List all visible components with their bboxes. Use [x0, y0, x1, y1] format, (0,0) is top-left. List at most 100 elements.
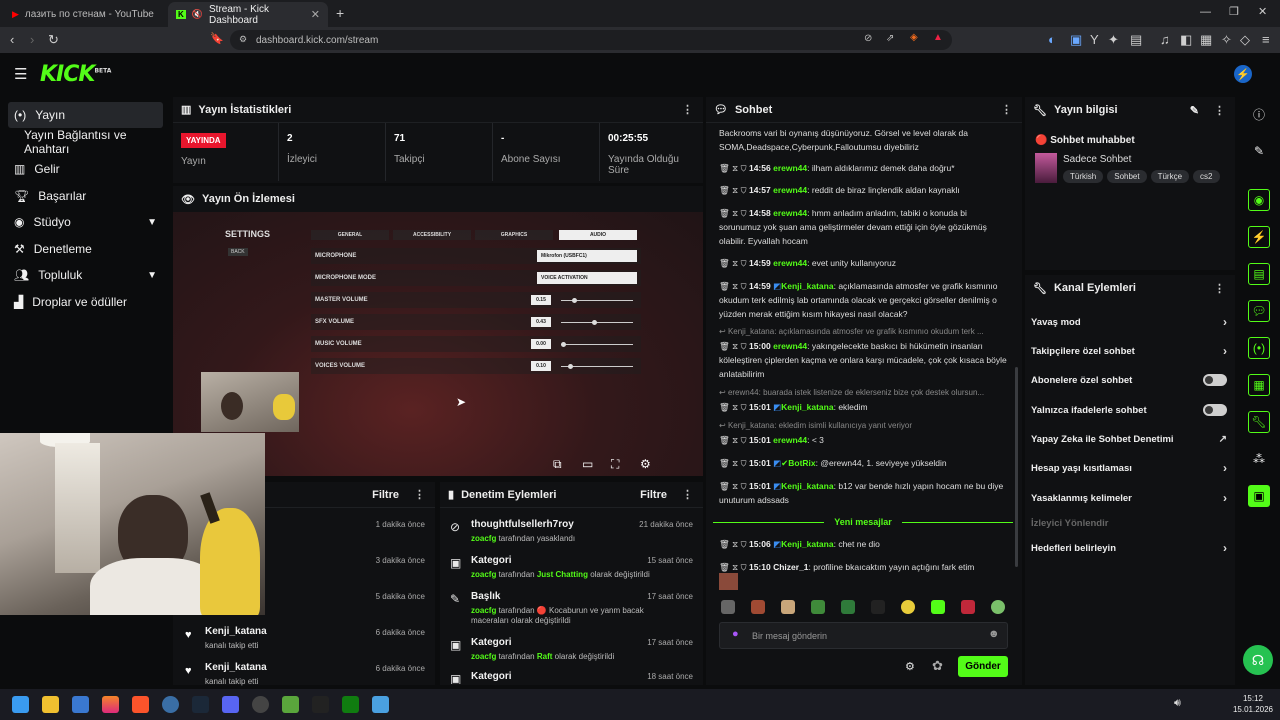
minimize-icon[interactable]: —: [1200, 6, 1211, 18]
puzzle-icon[interactable]: ✦: [1108, 32, 1119, 48]
fullscreen-icon[interactable]: ⛶: [611, 457, 619, 472]
theater-mode-icon[interactable]: ▭: [582, 457, 593, 471]
chat-settings-icon[interactable]: ⚙: [905, 660, 915, 673]
kick-logo[interactable]: KICKBETA: [40, 62, 111, 87]
tab-youtube[interactable]: ▶ лазить по стенам - YouTube: [4, 2, 164, 27]
app-icon[interactable]: [162, 696, 179, 713]
microphone-icon[interactable]: ●: [732, 628, 739, 640]
menu-icon[interactable]: ≡: [1262, 32, 1270, 47]
hamburger-menu-icon[interactable]: ☰: [14, 65, 27, 83]
vpn-icon[interactable]: ◇: [1240, 32, 1250, 48]
support-headset-icon[interactable]: ☊: [1243, 645, 1273, 675]
layout-icon[interactable]: ▦: [1248, 374, 1270, 396]
windows-start-icon[interactable]: [12, 696, 29, 713]
emote-icon[interactable]: [781, 600, 795, 614]
emote-icon[interactable]: [751, 600, 765, 614]
tab-kick-dashboard[interactable]: K 🔇 Stream - Kick Dashboard ✕: [168, 2, 328, 27]
emote-icon[interactable]: [931, 600, 945, 614]
send-button[interactable]: Gönder: [958, 656, 1008, 677]
emote-icon[interactable]: [991, 600, 1005, 614]
nodes-icon[interactable]: ⁂: [1248, 448, 1270, 470]
chat-scrollbar[interactable]: [1015, 367, 1018, 567]
emote-icon[interactable]: [811, 600, 825, 614]
action-ai-moderation[interactable]: Yapay Zeka ile Sohbet Denetimi ↗: [1031, 425, 1227, 453]
emote-icon[interactable]: [721, 600, 735, 614]
brave-shield-icon[interactable]: ◈: [910, 32, 918, 43]
more-options-icon[interactable]: ⋮: [682, 488, 693, 501]
discord-icon[interactable]: [222, 696, 239, 713]
forward-icon[interactable]: ›: [30, 32, 34, 47]
app-icon[interactable]: [372, 696, 389, 713]
emote-icon[interactable]: [871, 600, 885, 614]
action-set-goals[interactable]: Hedefleri belirleyin ›: [1031, 534, 1227, 562]
settings-gear-icon[interactable]: ⚙: [640, 457, 651, 471]
sidebar-item-gelir[interactable]: ▥ Gelir: [8, 156, 163, 182]
filter-button[interactable]: Filtre: [372, 489, 399, 501]
close-window-icon[interactable]: ✕: [1258, 5, 1267, 18]
info-icon[interactable]: ⓘ: [1248, 103, 1270, 125]
restore-icon[interactable]: ❐: [1229, 5, 1239, 18]
xbox-icon[interactable]: [342, 696, 359, 713]
sidebar-item-yayin[interactable]: (•) Yayın: [8, 102, 163, 128]
brave-icon[interactable]: [132, 696, 149, 713]
music-icon[interactable]: ♫: [1160, 32, 1170, 47]
site-info-icon[interactable]: ⚙: [239, 34, 247, 45]
extension-icon[interactable]: ▣: [1070, 32, 1082, 48]
url-field[interactable]: ⚙ dashboard.kick.com/stream ⊘ ⇗ ◈ ▲: [230, 30, 952, 50]
obs-icon[interactable]: [252, 696, 269, 713]
subscribers-only-toggle[interactable]: [1203, 374, 1227, 386]
instagram-icon[interactable]: [102, 696, 119, 713]
speaker-icon[interactable]: 🔊︎: [1174, 697, 1181, 710]
sidebar-item-denetleme[interactable]: ⚒ Denetleme: [8, 236, 163, 262]
picture-in-picture-icon[interactable]: ⧉: [553, 457, 562, 472]
filter-button[interactable]: Filtre: [640, 489, 667, 501]
emotes-only-toggle[interactable]: [1203, 404, 1227, 416]
bookmark-icon[interactable]: 🔖: [210, 32, 224, 45]
sidebar-item-topluluk[interactable]: 👥︎ Topluluk ▼: [8, 262, 163, 288]
action-emotes-only[interactable]: Yalnızca ifadelerle sohbet: [1031, 396, 1227, 424]
broadcast-icon[interactable]: (•): [1248, 337, 1270, 359]
epic-games-icon[interactable]: [312, 696, 329, 713]
camera-blocked-icon[interactable]: ⊘: [864, 33, 872, 44]
chat-message-input[interactable]: ● Bir mesaj gönderin ☻: [719, 622, 1008, 649]
emote-icon[interactable]: [901, 600, 915, 614]
sidebar-toggle-icon[interactable]: ◧: [1180, 32, 1192, 48]
more-options-icon[interactable]: ⋮: [1214, 282, 1225, 295]
more-options-icon[interactable]: ⋮: [1214, 104, 1225, 117]
edit-icon[interactable]: ✎: [1190, 104, 1199, 117]
more-options-icon[interactable]: ⋮: [1001, 103, 1012, 116]
sidebar-item-studyo[interactable]: ◉ Stüdyo ▼: [8, 209, 163, 235]
action-subscribers-only[interactable]: Abonelere özel sohbet: [1031, 366, 1227, 394]
sidebar-item-droplar[interactable]: ▟ Droplar ve ödüller: [8, 289, 163, 315]
minecraft-icon[interactable]: [282, 696, 299, 713]
avatar[interactable]: ⚡: [1234, 65, 1252, 83]
store-icon[interactable]: [72, 696, 89, 713]
pen-icon[interactable]: ✎: [1248, 140, 1270, 162]
more-options-icon[interactable]: ⋮: [414, 488, 425, 501]
brave-rewards-icon[interactable]: ▲: [933, 32, 943, 43]
share-icon[interactable]: ⇗: [886, 33, 894, 44]
emoji-icon[interactable]: ☻: [988, 628, 1000, 640]
ai-icon[interactable]: ✧: [1221, 32, 1232, 48]
chat-tools-icon[interactable]: ✿: [932, 658, 943, 674]
reload-icon[interactable]: ↻: [48, 32, 59, 48]
emote-icon[interactable]: [961, 600, 975, 614]
plugin-icon[interactable]: ▣: [1248, 485, 1270, 507]
new-tab-button[interactable]: +: [336, 5, 344, 21]
wallet-icon[interactable]: ▦: [1200, 32, 1212, 48]
steam-icon[interactable]: [192, 696, 209, 713]
back-icon[interactable]: ‹: [10, 32, 14, 47]
camera-icon[interactable]: ◉: [1248, 189, 1270, 211]
wrench-icon[interactable]: 🔧︎: [1248, 411, 1270, 433]
action-followers-only[interactable]: Takipçilere özel sohbet ›: [1031, 337, 1227, 365]
chat-bubble-icon[interactable]: 💬︎: [1248, 300, 1270, 322]
clipboard-icon[interactable]: ▤: [1248, 263, 1270, 285]
sidebar-item-basarilar[interactable]: 🏆︎ Başarılar: [8, 183, 163, 209]
close-tab-icon[interactable]: ✕: [311, 8, 320, 21]
translate-icon[interactable]: ◐: [1048, 32, 1056, 47]
clock[interactable]: 15:12 15.01.2026: [1230, 693, 1276, 715]
more-options-icon[interactable]: ⋮: [682, 103, 693, 116]
sidebar-item-stream-key[interactable]: Yayın Bağlantısı ve Anahtarı: [8, 128, 163, 156]
lightning-icon[interactable]: ⚡: [1248, 226, 1270, 248]
y-extension-icon[interactable]: Y: [1090, 32, 1099, 47]
